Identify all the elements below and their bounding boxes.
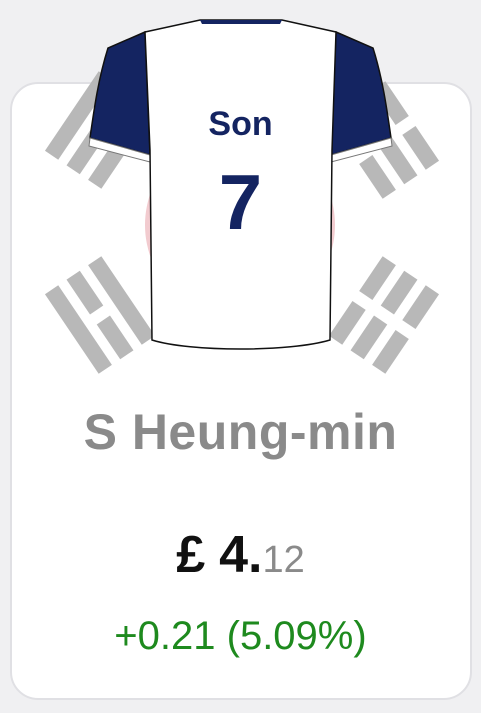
- price-decimal: 12: [262, 539, 305, 581]
- jersey-number: 7: [218, 158, 263, 246]
- price-whole: 4.: [219, 526, 263, 584]
- jersey-name: Son: [208, 105, 273, 143]
- price: £4.12: [0, 520, 481, 603]
- player-name: S Heung-min: [83, 404, 398, 460]
- price-currency: £: [176, 526, 206, 584]
- price-change: +0.21 (5.09%): [114, 614, 367, 658]
